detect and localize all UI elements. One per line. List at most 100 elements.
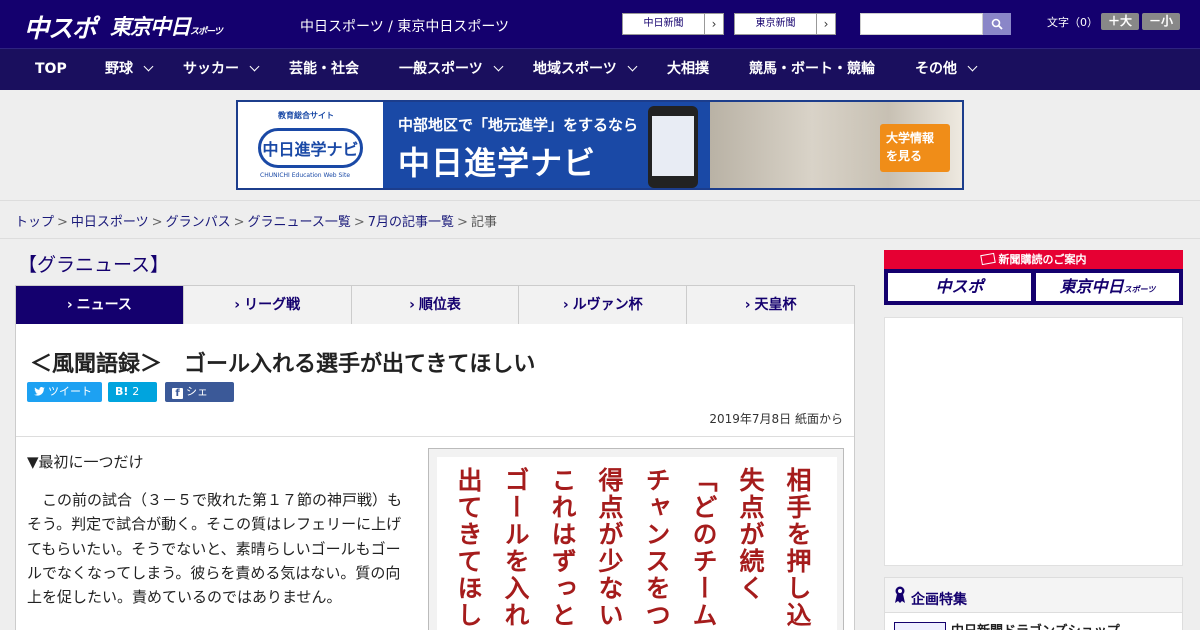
tab-label: ニュース: [76, 297, 132, 313]
subscribe-tokyo-button[interactable]: 東京中日スポーツ: [1036, 273, 1179, 301]
facebook-icon: f: [172, 388, 183, 399]
ad-banner[interactable]: 教育総合サイト 中日進学ナビ CHUNICHI Education Web Si…: [236, 100, 964, 190]
subscription-title: 新聞購読のご案内: [998, 253, 1087, 266]
font-size-up-button[interactable]: ＋大: [1101, 13, 1139, 30]
hatena-icon: B!: [115, 385, 129, 398]
tokyo-chunichi-logo[interactable]: 東京中日スポーツ: [110, 11, 223, 41]
banner-logo-sub: CHUNICHI Education Web Site: [260, 172, 351, 179]
chevron-right-icon: ›: [823, 17, 829, 31]
breadcrumb-current: 記事: [470, 215, 497, 230]
nav-item-entertainment[interactable]: 芸能・社会: [289, 49, 359, 91]
article-lead: ▼最初に一つだけ: [27, 453, 144, 471]
breadcrumb-link-chuspo[interactable]: 中日スポーツ: [71, 215, 149, 230]
nav-label: 一般スポーツ: [399, 61, 483, 77]
chunichi-shimbun-label: 中日新聞: [623, 14, 705, 34]
nav-item-top[interactable]: TOP: [35, 49, 67, 91]
banner-headline: 中部地区で「地元進学」をするなら: [398, 116, 639, 134]
subscription-box: 新聞購読のご案内 中スポ 東京中日スポーツ: [884, 250, 1183, 305]
breadcrumb-link-july[interactable]: 7月の記事一覧: [368, 215, 454, 230]
nav-item-racing[interactable]: 競馬・ボート・競輪: [749, 49, 875, 91]
chunichi-shimbun-link[interactable]: 中日新聞 ›: [622, 13, 724, 35]
nav-item-general-sports[interactable]: 一般スポーツ: [399, 49, 504, 91]
quote-column: 得点が少ない: [595, 467, 624, 629]
breadcrumb-separator: >: [353, 215, 365, 230]
category-tabs: › ニュース › リーグ戦 › 順位表 › ルヴァン杯 › 天皇杯: [15, 285, 855, 325]
divider: [16, 436, 854, 437]
tokyo-shimbun-link[interactable]: 東京新聞 ›: [734, 13, 836, 35]
tweet-button[interactable]: ツイート: [27, 382, 102, 402]
nav-label: その他: [915, 61, 957, 77]
site-header: 中スポ 東京中日スポーツ 中日スポーツ / 東京中日スポーツ 中日新聞 › 東京…: [0, 0, 1200, 48]
nav-item-soccer[interactable]: サッカー: [183, 49, 260, 91]
subscribe-tokyo-label: 東京中日: [1059, 277, 1124, 296]
article-headline: ＜風聞語録＞ ゴール入れる選手が出てきてほしい: [30, 352, 536, 377]
hatena-count: 2: [132, 385, 140, 398]
tab-league[interactable]: › リーグ戦: [184, 286, 352, 324]
feature-box: 企画特集 中日新聞ドラゴンズショップ: [884, 577, 1183, 630]
chevron-right-icon: ›: [744, 297, 751, 313]
chevron-down-icon: [493, 61, 504, 72]
twitter-bird-icon: [34, 387, 45, 396]
chuspo-logo[interactable]: 中スポ: [24, 9, 97, 45]
facebook-share-button[interactable]: f シェア 0: [165, 382, 234, 418]
subscribe-chuspo-button[interactable]: 中スポ: [888, 273, 1031, 301]
quote-column: 失点が続く: [736, 467, 765, 602]
subscribe-chuspo-label: 中スポ: [935, 277, 984, 296]
breadcrumb-link-grampus[interactable]: グランパス: [166, 215, 231, 230]
chevron-down-icon: [249, 61, 260, 72]
nav-label: TOP: [35, 61, 67, 77]
quote-column: これはずっと: [548, 467, 577, 629]
feature-title: 企画特集: [911, 592, 967, 608]
main-nav: TOP 野球 サッカー 芸能・社会 一般スポーツ 地域スポーツ 大相撲 競馬・ボ…: [0, 48, 1200, 90]
tab-news[interactable]: › ニュース: [16, 286, 184, 324]
chevron-right-icon: ›: [409, 297, 415, 313]
subscribe-tokyo-small: スポーツ: [1123, 285, 1156, 294]
breadcrumb-separator: >: [151, 215, 163, 230]
feature-header: 企画特集: [885, 578, 1182, 613]
nav-item-other[interactable]: その他: [915, 49, 978, 91]
nav-item-local-sports[interactable]: 地域スポーツ: [533, 49, 638, 91]
tab-emperors-cup[interactable]: › 天皇杯: [687, 286, 854, 324]
tab-label: 天皇杯: [754, 297, 797, 313]
feature-item-link[interactable]: 中日新聞ドラゴンズショップ: [951, 620, 1120, 630]
breadcrumb: トップ > 中日スポーツ > グランパス > グラニュース一覧 >7月の記事一覧 > 記事: [15, 211, 497, 230]
search-button[interactable]: [983, 13, 1011, 35]
breadcrumb-link-gra-news[interactable]: グラニュース一覧: [248, 215, 351, 230]
article-date: 2019年7月8日 紙面から: [709, 412, 843, 426]
site-names: 中日スポーツ / 東京中日スポーツ: [300, 19, 510, 35]
tab-label: 順位表: [418, 297, 461, 313]
nav-label: 大相撲: [667, 61, 709, 77]
tab-label: リーグ戦: [244, 297, 301, 313]
subscription-header: 新聞購読のご案内: [884, 250, 1183, 269]
quote-column: 出てきてほし: [454, 467, 483, 629]
quote-column: 相手を押し込: [783, 467, 812, 629]
breadcrumb-separator: >: [233, 215, 245, 230]
tab-levain-cup[interactable]: › ルヴァン杯: [519, 286, 688, 324]
banner-logo-panel: 教育総合サイト 中日進学ナビ CHUNICHI Education Web Si…: [238, 102, 383, 188]
banner-title: 中日進学ナビ: [398, 144, 597, 182]
section-title: 【グラニュース】: [18, 254, 170, 276]
nav-label: 野球: [105, 61, 133, 77]
article-body: この前の試合（３－５で敗れた第１７節の神戸戦）もそう。判定で試合が動く。そこの質…: [27, 491, 403, 607]
nav-label: サッカー: [183, 61, 239, 77]
font-size-down-button[interactable]: －小: [1142, 13, 1180, 30]
feature-thumbnail[interactable]: [894, 622, 946, 630]
chevron-down-icon: [967, 61, 978, 72]
chevron-right-icon: ›: [234, 297, 241, 313]
tab-standings[interactable]: › 順位表: [352, 286, 520, 324]
quote-column: チャンスをつ: [642, 467, 671, 629]
chevron-right-icon: ›: [711, 17, 717, 31]
quote-image-frame: 相手を押し込 失点が続く 「どのチームよ チャンスをつ 得点が少ない これはずっ…: [428, 448, 844, 630]
breadcrumb-link-top[interactable]: トップ: [15, 215, 54, 230]
sidebar-ad-slot: [884, 317, 1183, 566]
chevron-down-icon: [627, 61, 638, 72]
quote-column: ゴールを入れ: [501, 467, 530, 629]
nav-item-sumo[interactable]: 大相撲: [667, 49, 709, 91]
tab-label: ルヴァン杯: [572, 297, 643, 313]
banner-cta-button[interactable]: 大学情報を見る: [880, 124, 950, 172]
search-input[interactable]: [860, 13, 983, 35]
phone-image: [648, 106, 698, 188]
nav-item-baseball[interactable]: 野球: [105, 49, 154, 91]
tokyo-logo-text: 東京中日: [110, 15, 191, 39]
hatena-bookmark-button[interactable]: B! 2: [108, 382, 157, 402]
